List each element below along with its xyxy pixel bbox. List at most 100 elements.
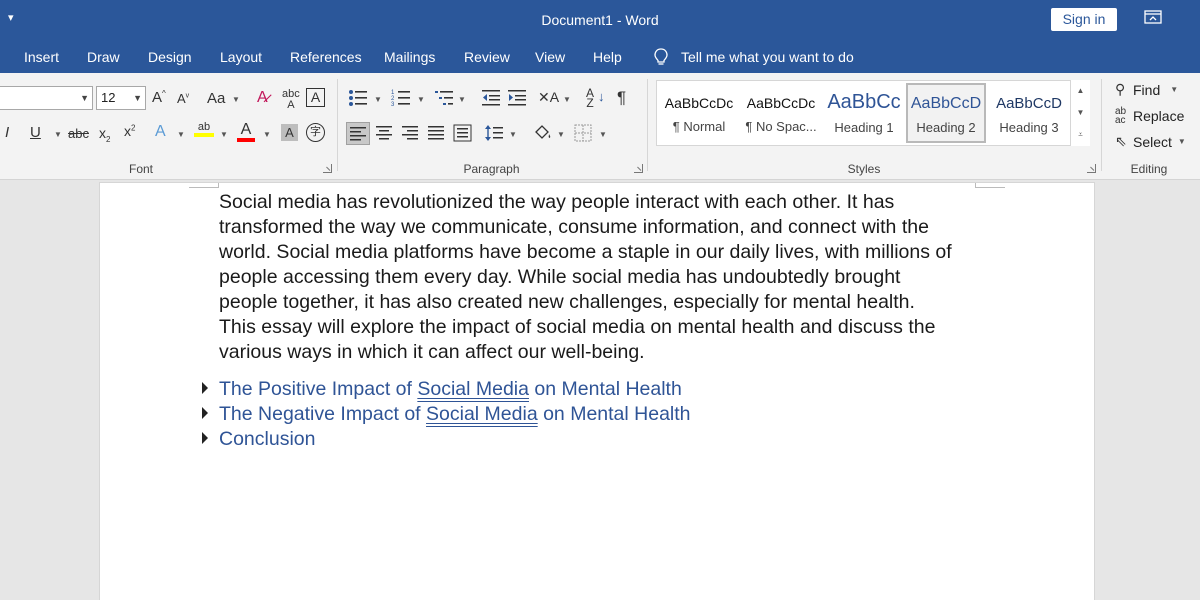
text-effects-icon[interactable]: A	[155, 124, 166, 140]
font-size-box[interactable]: 12 ▼	[96, 86, 146, 110]
chevron-down-icon[interactable]: ▼	[177, 130, 185, 139]
tab-view[interactable]: View	[535, 49, 565, 65]
superscript-icon[interactable]: x2	[124, 124, 135, 138]
highlight-icon[interactable]: ab	[194, 122, 214, 137]
multilevel-list-icon[interactable]	[434, 89, 454, 107]
align-right-icon[interactable]	[401, 125, 419, 142]
character-border-icon[interactable]: A	[306, 88, 325, 107]
subscript-icon[interactable]: x2	[99, 126, 110, 144]
tell-me-search[interactable]: Tell me what you want to do	[653, 46, 854, 68]
phonetic-guide-icon[interactable]: abc A	[282, 89, 300, 111]
collapsed-heading-negative[interactable]: The Negative Impact of Social Media on M…	[202, 401, 691, 427]
chevron-down-icon[interactable]: ▼	[263, 130, 271, 139]
shrink-font-icon[interactable]: Av	[177, 92, 189, 105]
sign-in-button[interactable]: Sign in	[1051, 8, 1117, 31]
heading-flagged-text: Social Media	[426, 403, 538, 425]
sort-arrow-icon: ↓	[598, 89, 605, 104]
ribbon: ▼ 12 ▼ A^ Av Aa ▼ A̷ abc A A I U ▼ abc x2…	[0, 73, 1200, 180]
style-normal[interactable]: AaBbCcDc ¶ Normal	[659, 83, 739, 143]
tab-help[interactable]: Help	[593, 49, 622, 65]
tab-mailings[interactable]: Mailings	[384, 49, 435, 65]
asian-layout-icon[interactable]: ✕A	[538, 90, 559, 104]
style-heading-1[interactable]: AaBbCc Heading 1	[824, 83, 904, 143]
title-bar: ▾ Document1 - Word Sign in	[0, 0, 1200, 40]
sort-icon[interactable]: AZ	[586, 87, 594, 109]
tab-review[interactable]: Review	[464, 49, 510, 65]
heading-text: Conclusion	[219, 428, 316, 450]
gallery-more-icon[interactable]: ⩡	[1071, 124, 1090, 146]
style-no-spacing[interactable]: AaBbCcDc ¶ No Spac...	[741, 83, 821, 143]
enclose-characters-icon[interactable]: 字	[306, 123, 325, 142]
show-formatting-icon[interactable]: ¶	[617, 89, 626, 106]
select-label: Select	[1133, 133, 1172, 150]
chevron-down-icon[interactable]: ▼	[509, 130, 517, 139]
chevron-down-icon[interactable]: ▼	[458, 95, 466, 104]
text-line: Social media has revolutionized the way …	[219, 191, 895, 213]
align-center-icon[interactable]	[375, 125, 393, 142]
clear-formatting-icon[interactable]: A̷	[257, 90, 268, 106]
text-line: world. Social media platforms have becom…	[219, 241, 952, 263]
font-dialog-launcher-icon[interactable]	[323, 164, 332, 173]
tab-layout[interactable]: Layout	[220, 49, 262, 65]
replace-button[interactable]: ab ac Replace	[1115, 106, 1184, 126]
underline-icon[interactable]: U	[30, 125, 41, 140]
select-button[interactable]: ⇖ Select ▼	[1115, 133, 1186, 150]
numbering-icon[interactable]: 123	[391, 89, 411, 107]
increase-indent-icon[interactable]	[507, 89, 527, 107]
expand-collapse-icon[interactable]	[202, 381, 208, 394]
chevron-down-icon[interactable]: ▼	[80, 87, 89, 109]
styles-group-label: Styles	[847, 162, 881, 176]
chevron-down-icon[interactable]: ▼	[232, 95, 240, 104]
chevron-down-icon[interactable]: ▼	[133, 87, 142, 109]
grow-font-icon[interactable]: A^	[152, 90, 166, 106]
styles-gallery: AaBbCcDc ¶ Normal AaBbCcDc ¶ No Spac... …	[656, 80, 1090, 146]
justify-icon[interactable]	[427, 125, 445, 142]
search-icon: ⚲	[1115, 81, 1126, 97]
chevron-down-icon[interactable]: ▼	[220, 130, 228, 139]
ribbon-display-options-icon[interactable]	[1144, 10, 1162, 24]
distributed-icon[interactable]	[453, 124, 472, 142]
chevron-down-icon[interactable]: ▼	[599, 130, 607, 139]
decrease-indent-icon[interactable]	[481, 89, 501, 107]
collapsed-heading-positive[interactable]: The Positive Impact of Social Media on M…	[202, 376, 682, 402]
expand-collapse-icon[interactable]	[202, 431, 208, 444]
tab-insert[interactable]: Insert	[24, 49, 59, 65]
body-paragraph[interactable]: Social media has revolutionized the way …	[219, 190, 989, 365]
font-color-icon[interactable]: A	[237, 122, 255, 142]
tab-references[interactable]: References	[290, 49, 362, 65]
text-line: people together, it has also created new…	[219, 291, 915, 313]
document-area: Social media has revolutionized the way …	[0, 180, 1200, 600]
expand-collapse-icon[interactable]	[202, 406, 208, 419]
borders-icon[interactable]	[574, 124, 593, 142]
font-name-box[interactable]: ▼	[0, 86, 93, 110]
chevron-down-icon[interactable]: ▼	[1170, 85, 1178, 94]
gallery-down-icon[interactable]: ▼	[1071, 102, 1090, 124]
replace-icon: ab ac	[1115, 106, 1127, 126]
find-button[interactable]: ⚲ Find ▼	[1115, 81, 1178, 98]
shading-icon[interactable]	[531, 123, 553, 143]
document-page[interactable]: Social media has revolutionized the way …	[99, 182, 1095, 600]
style-sample: AaBbCc	[827, 91, 901, 113]
paragraph-dialog-launcher-icon[interactable]	[634, 164, 643, 173]
strikethrough-icon[interactable]: abc	[68, 127, 89, 140]
chevron-down-icon[interactable]: ▼	[563, 95, 571, 104]
chevron-down-icon[interactable]: ▼	[557, 130, 565, 139]
gallery-up-icon[interactable]: ▲	[1071, 80, 1090, 102]
chevron-down-icon[interactable]: ▼	[54, 130, 62, 139]
text-line: various ways in which it can affect our …	[219, 341, 645, 363]
change-case-icon[interactable]: Aa	[207, 91, 225, 106]
chevron-down-icon[interactable]: ▼	[374, 95, 382, 104]
style-heading-3[interactable]: AaBbCcD Heading 3	[989, 83, 1069, 143]
line-spacing-icon[interactable]	[484, 124, 504, 142]
tab-draw[interactable]: Draw	[87, 49, 120, 65]
bullets-icon[interactable]	[348, 89, 368, 107]
styles-dialog-launcher-icon[interactable]	[1087, 164, 1096, 173]
tab-design[interactable]: Design	[148, 49, 192, 65]
collapsed-heading-conclusion[interactable]: Conclusion	[202, 426, 315, 452]
character-shading-icon[interactable]: A	[281, 124, 298, 141]
chevron-down-icon[interactable]: ▼	[417, 95, 425, 104]
italic-icon[interactable]: I	[5, 125, 9, 140]
chevron-down-icon[interactable]: ▼	[1178, 137, 1186, 146]
align-left-button[interactable]	[346, 122, 370, 145]
style-heading-2[interactable]: AaBbCcD Heading 2	[906, 83, 986, 143]
